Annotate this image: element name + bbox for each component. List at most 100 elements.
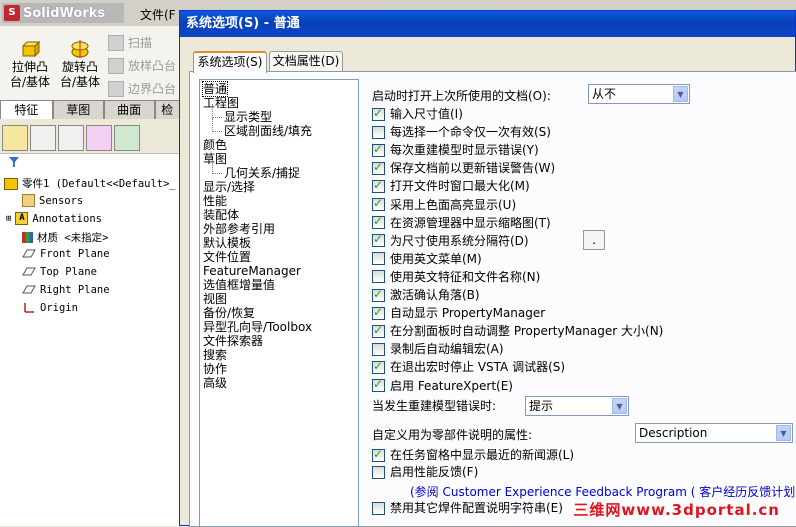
category-item[interactable]: FeatureManager (203, 264, 301, 278)
tab-sketch[interactable]: 草图 (52, 100, 104, 119)
sweep-button[interactable]: 扫描 (108, 34, 152, 51)
option-checkbox-row[interactable]: 打开文件时窗口最大化(M) (372, 178, 530, 193)
custom-prop-select[interactable]: Description ▼ (635, 423, 793, 443)
category-item[interactable]: 草图 (203, 152, 227, 166)
option-checkbox-row[interactable]: 每选择一个命令仅一次有效(S) (372, 125, 551, 139)
option-checkbox-row[interactable]: 采用上色面高亮显示(U) (372, 196, 516, 212)
feature-manager-tab-icon[interactable] (2, 125, 28, 151)
loft-button[interactable]: 放样凸台 (108, 57, 176, 74)
checkbox-unchecked[interactable] (372, 125, 385, 139)
checkbox-checked[interactable] (372, 287, 385, 302)
tree-item-right-plane[interactable]: Right Plane (22, 284, 110, 296)
category-item[interactable]: 文件探索器 (203, 334, 263, 348)
option-checkbox-row[interactable]: 自动显示 PropertyManager (372, 305, 545, 320)
checkbox-checked[interactable] (372, 305, 385, 320)
property-manager-tab-icon[interactable] (30, 125, 56, 151)
category-item[interactable]: 普通 (201, 81, 229, 97)
tree-root-part[interactable]: 零件1 (Default<<Default>_ (4, 176, 176, 191)
category-item[interactable]: 协作 (203, 362, 227, 376)
boundary-button[interactable]: 边界凸台 (108, 80, 176, 97)
option-checkbox-row[interactable]: 启用性能反馈(F) (372, 465, 478, 479)
checkbox-unchecked[interactable] (372, 501, 385, 515)
option-label: 使用英文菜单(M) (390, 251, 482, 266)
checkbox-checked[interactable] (372, 178, 385, 193)
menu-file[interactable]: 文件(F (140, 6, 176, 23)
open-last-select[interactable]: 从不 ▼ (588, 84, 690, 104)
option-checkbox-row[interactable]: 为尺寸使用系统分隔符(D) (372, 232, 529, 248)
extrude-boss-button[interactable]: 拉伸凸 台/基体 (10, 40, 50, 90)
feedback-program-link[interactable]: (参阅 Customer Experience Feedback Program… (410, 483, 796, 500)
checkbox-checked[interactable] (372, 232, 385, 248)
configuration-manager-tab-icon[interactable] (58, 125, 84, 151)
option-label: 为尺寸使用系统分隔符(D) (390, 233, 529, 248)
category-item[interactable]: 视图 (203, 292, 227, 306)
tab-features[interactable]: 特征 (0, 100, 53, 119)
chevron-down-icon[interactable]: ▼ (776, 425, 791, 441)
rebuild-error-select[interactable]: 提示 ▼ (525, 396, 629, 416)
option-checkbox-row[interactable]: 在任务窗格中显示最近的新闻源(L) (372, 447, 574, 462)
checkbox-checked[interactable] (372, 323, 385, 338)
filter-bar[interactable] (0, 153, 180, 171)
category-item[interactable]: 备份/恢复 (203, 306, 255, 320)
category-item[interactable]: 外部参考引用 (203, 222, 275, 236)
tab-document-properties[interactable]: 文档属性(D) (269, 51, 343, 71)
checkbox-checked[interactable] (372, 214, 385, 230)
checkbox-unchecked[interactable] (372, 465, 385, 479)
category-item[interactable]: 颜色 (203, 138, 227, 152)
chevron-down-icon[interactable]: ▼ (673, 86, 688, 102)
category-list[interactable]: 普通 工程图 显示类型 区域剖面线/填充 颜色 草图 几何关系/捕捉 显示/选择 性能 装配体 外部… (199, 79, 359, 527)
display-manager-tab-icon[interactable] (114, 125, 140, 151)
checkbox-checked[interactable] (372, 142, 385, 157)
tree-item-top-plane[interactable]: Top Plane (22, 266, 97, 278)
option-checkbox-row[interactable]: 每次重建模型时显示错误(Y) (372, 142, 539, 157)
checkbox-checked[interactable] (372, 377, 385, 392)
tree-item-front-plane[interactable]: Front Plane (22, 248, 110, 260)
custom-prop-label: 自定义用为零部件说明的属性: (372, 428, 533, 442)
dimxpert-manager-tab-icon[interactable] (86, 125, 112, 151)
checkbox-checked[interactable] (372, 106, 385, 121)
checkbox-unchecked[interactable] (372, 342, 385, 356)
option-checkbox-row[interactable]: 输入尺寸值(I) (372, 106, 463, 121)
checkbox-unchecked[interactable] (372, 270, 385, 284)
tab-evaluate[interactable]: 检 (154, 100, 180, 119)
tab-surfaces[interactable]: 曲面 (103, 100, 155, 119)
checkbox-checked[interactable] (372, 447, 385, 462)
option-checkbox-row[interactable]: 使用英文特征和文件名称(N) (372, 270, 540, 284)
category-item[interactable]: 文件位置 (203, 250, 251, 264)
revolve-boss-button[interactable]: 旋转凸 台/基体 (58, 40, 102, 90)
category-item[interactable]: 装配体 (203, 208, 239, 222)
chevron-down-icon[interactable]: ▼ (612, 398, 627, 414)
option-checkbox-row[interactable]: 录制后自动编辑宏(A) (372, 342, 504, 356)
option-checkbox-row[interactable]: 激活确认角落(B) (372, 287, 480, 302)
option-checkbox-row[interactable]: 在分割面板时自动调整 PropertyManager 大小(N) (372, 323, 663, 338)
checkbox-checked[interactable] (372, 160, 385, 175)
tree-item-origin[interactable]: Origin (22, 302, 78, 314)
category-item[interactable]: 性能 (203, 194, 227, 208)
tab-system-options[interactable]: 系统选项(S) (193, 51, 267, 73)
category-item[interactable]: 显示类型 (224, 110, 272, 124)
category-item[interactable]: 默认模板 (203, 236, 251, 250)
option-checkbox-row[interactable]: 使用英文菜单(M) (372, 252, 482, 266)
checkbox-unchecked[interactable] (372, 252, 385, 266)
category-item[interactable]: 显示/选择 (203, 180, 255, 194)
category-item[interactable]: 几何关系/捕捉 (224, 166, 300, 180)
category-item[interactable]: 工程图 (203, 96, 239, 110)
option-checkbox-row[interactable]: 启用 FeatureXpert(E) (372, 377, 513, 393)
option-checkbox-row[interactable]: 禁用其它焊件配置说明字符串(E) (372, 501, 563, 515)
tree-item-label: Right Plane (40, 284, 110, 296)
option-checkbox-row[interactable]: 保存文档前以更新错误警告(W) (372, 160, 555, 175)
separator-char-field[interactable]: . (583, 230, 605, 250)
option-checkbox-row[interactable]: 在资源管理器中显示缩略图(T) (372, 214, 551, 230)
checkbox-checked[interactable] (372, 196, 385, 211)
category-item[interactable]: 区域剖面线/填充 (224, 124, 312, 138)
option-checkbox-row[interactable]: 在退出宏时停止 VSTA 调试器(S) (372, 359, 565, 374)
category-item[interactable]: 搜索 (203, 348, 227, 362)
category-item[interactable]: 异型孔向导/Toolbox (203, 320, 312, 334)
category-item[interactable]: 选值框增量值 (203, 278, 275, 292)
checkbox-checked[interactable] (372, 359, 385, 374)
tree-item-sensors[interactable]: Sensors (22, 194, 83, 207)
tree-item-material[interactable]: 材质 <未指定> (22, 230, 108, 245)
category-item[interactable]: 高级 (203, 376, 227, 390)
tree-item-annotations[interactable]: ⊞ A Annotations (6, 212, 102, 225)
annotations-icon: A (15, 212, 29, 225)
